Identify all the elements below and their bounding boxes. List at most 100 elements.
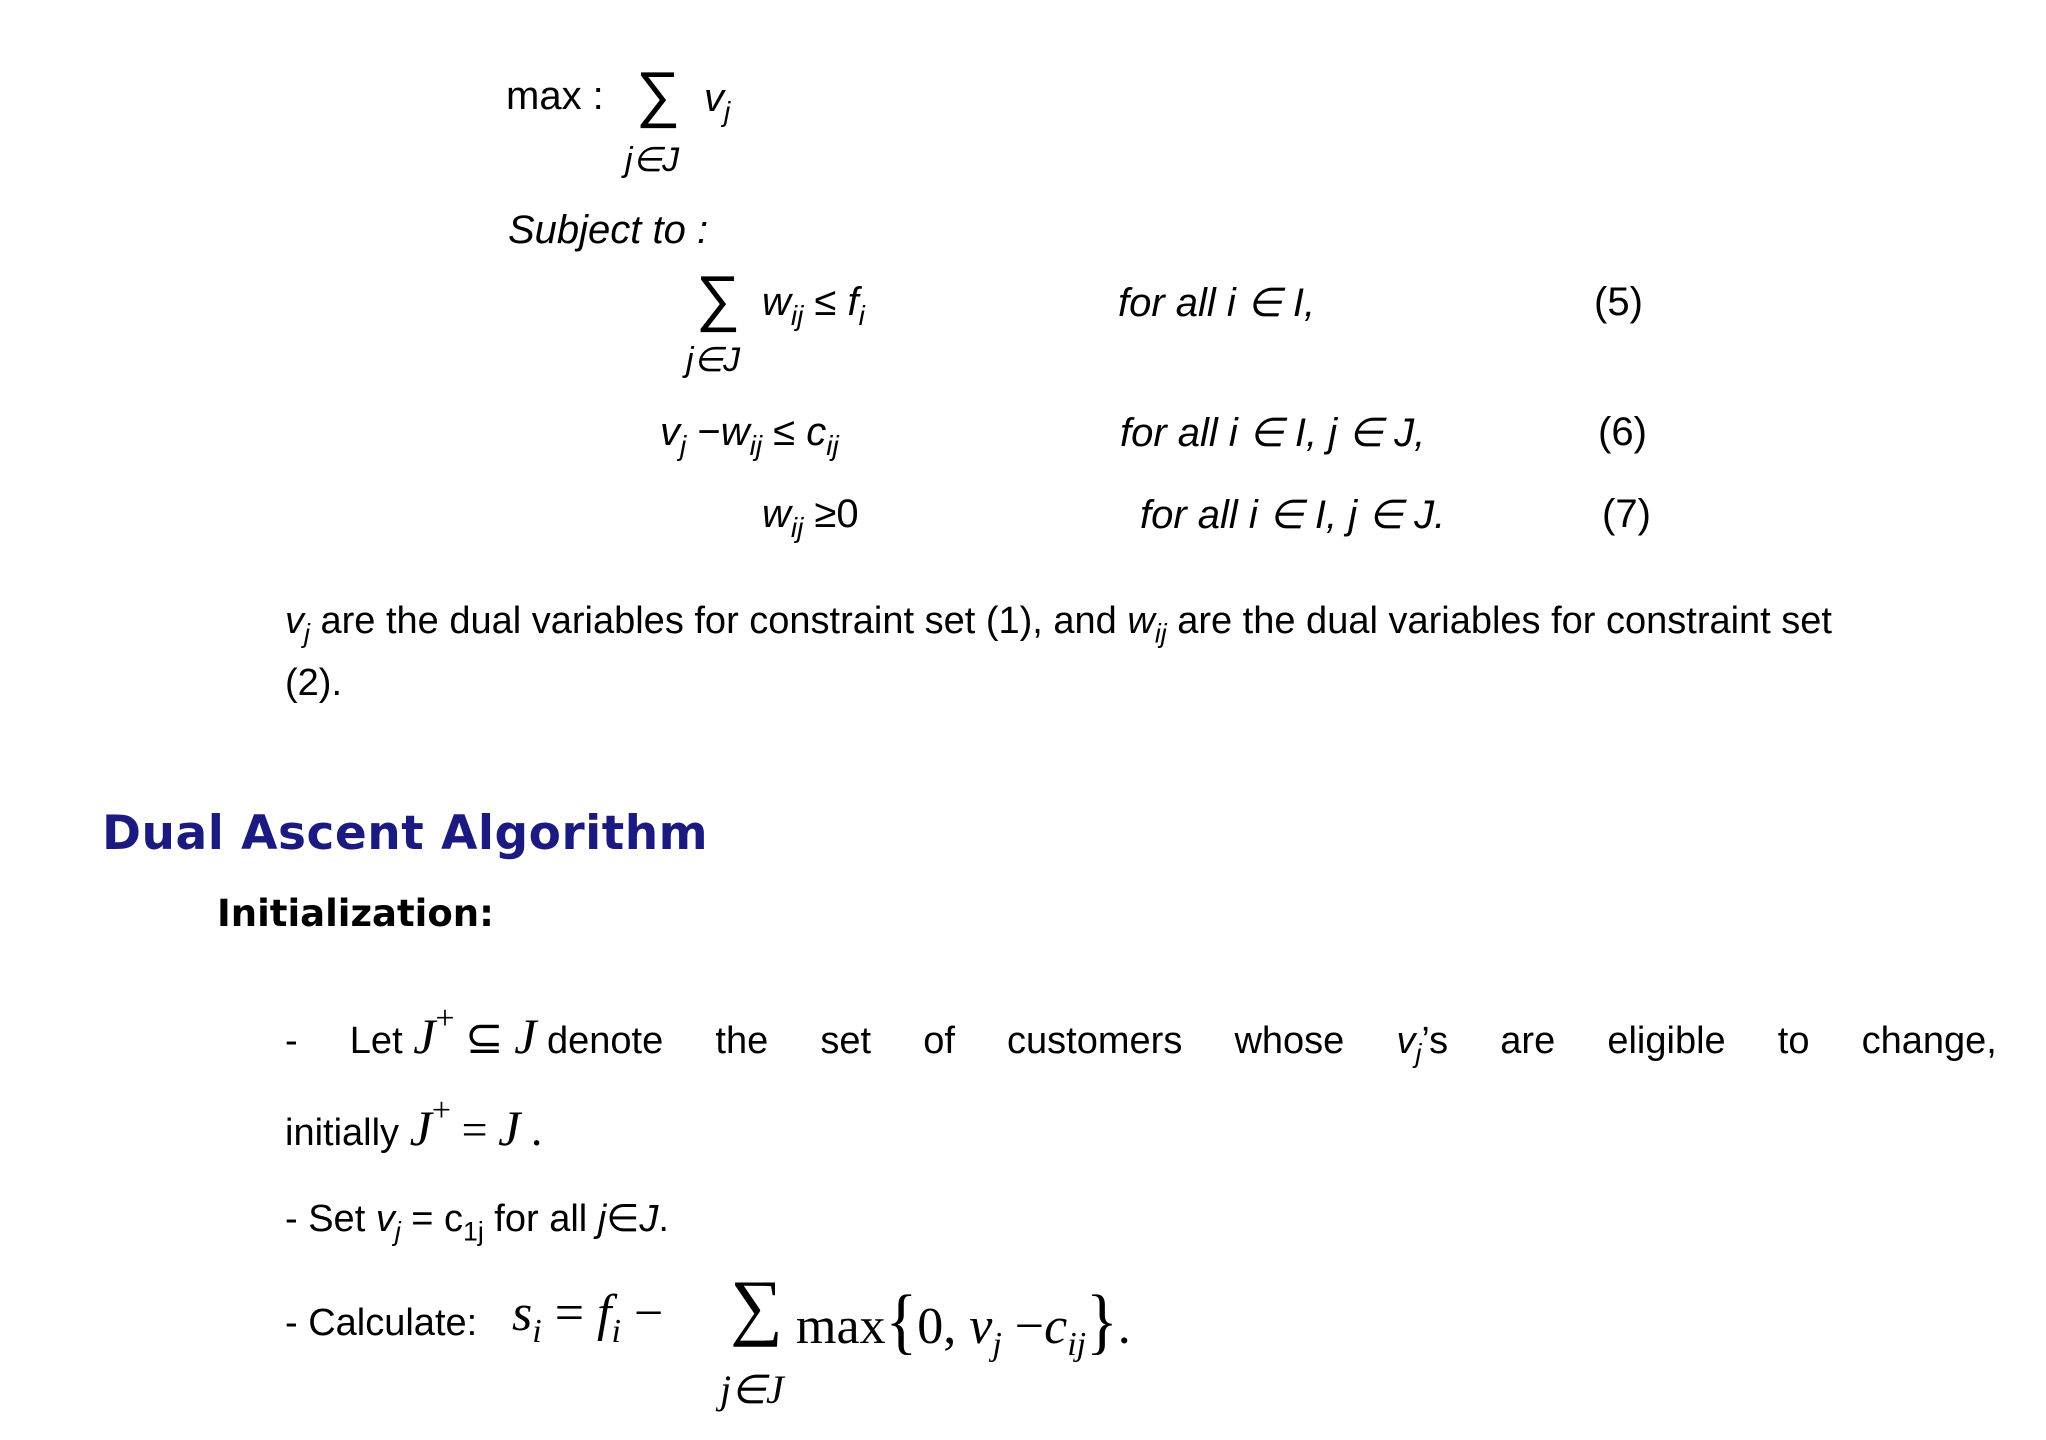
explanation-text-1: are the dual variables for constraint se… (309, 600, 1128, 642)
step3-v: v (969, 1298, 993, 1355)
step2-in: ∈ (606, 1198, 640, 1240)
step3-s: s (512, 1285, 533, 1342)
explanation-w-sub: ij (1154, 618, 1167, 649)
step1-word: change, (1861, 1019, 1997, 1062)
step3-sum-symbol: ∑ (730, 1266, 783, 1348)
step3-f-sub: i (611, 1312, 621, 1350)
step1-word: eligible (1607, 1019, 1726, 1062)
step3-period: . (1117, 1298, 1131, 1355)
constraint7-relation: ≥ (814, 492, 837, 536)
constraint5-number: (5) (1594, 280, 1643, 324)
step1-vjs: vj’s (1396, 1020, 1448, 1069)
subject-to-label: Subject to : (508, 208, 709, 252)
step1-word: denote (547, 1019, 664, 1062)
step2-suffix: for all (483, 1198, 598, 1240)
constraint6-v: v (660, 410, 680, 454)
step3-c-sub: ij (1067, 1325, 1087, 1363)
step3-s-sub: i (532, 1312, 542, 1350)
constraint6-lhs: vj −wij ≤ cij (660, 410, 839, 462)
step3-v-sub: j (992, 1325, 1002, 1363)
explanation-w: w (1127, 600, 1155, 642)
constraint7-number: (7) (1602, 492, 1651, 536)
constraint6-c-sub: ij (826, 429, 839, 461)
constraint7-condition: for all i ∈ I, j ∈ J. (1140, 493, 1446, 537)
step1-word: are (1500, 1019, 1556, 1062)
step1-word: customers (1007, 1019, 1183, 1062)
step3-prefix: - Calculate: (285, 1302, 478, 1344)
step1-line2-J2: J (498, 1099, 521, 1156)
explanation-line-2: (2). (285, 662, 342, 704)
step1-v-suffix: ’s (1421, 1019, 1449, 1062)
step2-eq: = c (400, 1198, 464, 1240)
constraint5-condition: for all i ∈ I, (1118, 281, 1316, 325)
step3-zero: 0, (917, 1298, 957, 1355)
constraint6-w: w (720, 410, 750, 454)
step2-prefix: - Set (285, 1198, 376, 1240)
step3-f: f (597, 1285, 612, 1342)
constraint5-lhs: wij ≤ fi (762, 280, 865, 332)
constraint5-f: f (847, 280, 859, 324)
constraint5-w: w (762, 280, 791, 324)
step1-plus: + (435, 1000, 455, 1037)
step1-word: set (820, 1019, 872, 1062)
step2-period: . (658, 1198, 669, 1240)
constraint6-v-sub: j (680, 429, 687, 461)
step1-J: J (413, 1007, 436, 1064)
step1-word: whose (1234, 1019, 1345, 1062)
step3-lbrace: { (885, 1281, 918, 1362)
step3-c: c (1044, 1298, 1068, 1355)
explanation-v: v (285, 600, 304, 642)
step2-j: j (597, 1198, 607, 1240)
step1-word: the (715, 1019, 769, 1062)
constraint5-relation: ≤ (814, 280, 837, 324)
constraint6-condition: for all i ∈ I, j ∈ J, (1120, 411, 1426, 455)
step2-line: - Set vj = c1j for all j∈J. (285, 1196, 669, 1247)
objective-label: max : (506, 74, 604, 118)
step1-word: to (1777, 1019, 1810, 1062)
constraint5-sum-symbol: ∑ (696, 264, 741, 333)
objective-sum-index: j∈J (625, 141, 680, 179)
step1-initially: initially (285, 1111, 400, 1154)
constraint6-minus: − (697, 410, 721, 454)
objective-var-sub: j (724, 95, 731, 127)
constraint7-zero: 0 (836, 492, 859, 536)
constraint6-w-sub: ij (749, 429, 763, 461)
step1-J2: J (514, 1007, 537, 1064)
explanation-text-2: are the dual variables for constraint se… (1166, 600, 1832, 642)
step1-subseteq: ⊆ (465, 1011, 504, 1063)
step1-word: of (923, 1019, 955, 1062)
objective-term: vj (704, 76, 730, 128)
step1-line-2: initially J+ = J . (285, 1092, 542, 1157)
objective-var: v (704, 76, 724, 120)
step3-minus2: − (1014, 1298, 1045, 1355)
section-heading: Dual Ascent Algorithm (102, 806, 709, 861)
step1-line2-J: J (409, 1099, 432, 1156)
step2-J: J (639, 1198, 659, 1240)
constraint7-w: w (762, 492, 791, 536)
step2-v: v (375, 1198, 395, 1240)
constraint5-f-sub: i (858, 299, 865, 331)
step1-dash: - (285, 1019, 298, 1062)
constraint5-w-sub: ij (790, 299, 804, 331)
explanation-line-1: vj are the dual variables for constraint… (285, 602, 1832, 647)
step1-line2-plus: + (431, 1092, 451, 1129)
step1-let-clause: Let J+ ⊆ J denote (350, 1000, 663, 1065)
objective-sum-symbol: ∑ (636, 60, 681, 129)
constraint6-relation: ≤ (773, 410, 796, 454)
initialization-subheading: Initialization: (217, 892, 494, 935)
step1-line-1: - Let J+ ⊆ J denote the set of customers… (285, 1000, 1997, 1069)
step1-v: v (1396, 1019, 1416, 1062)
step3-formula-left: si = fi − (512, 1284, 663, 1351)
step1-let: Let (349, 1019, 403, 1062)
step3-eq: = (554, 1285, 585, 1342)
step1-line2-period: . (530, 1103, 543, 1155)
constraint7-lhs: wij ≥0 (762, 492, 859, 544)
step3-minus: − (633, 1285, 664, 1342)
constraint6-number: (6) (1598, 410, 1647, 454)
step3-max: max (796, 1298, 886, 1355)
step1-line2-eq: = (461, 1103, 488, 1155)
constraint5-sum-index: j∈J (686, 341, 741, 379)
step2-c-sub: 1j (463, 1216, 484, 1247)
step3-sum-index: j∈J (720, 1367, 784, 1412)
step3-formula-right: max{0, vj −cij}. (796, 1281, 1131, 1364)
